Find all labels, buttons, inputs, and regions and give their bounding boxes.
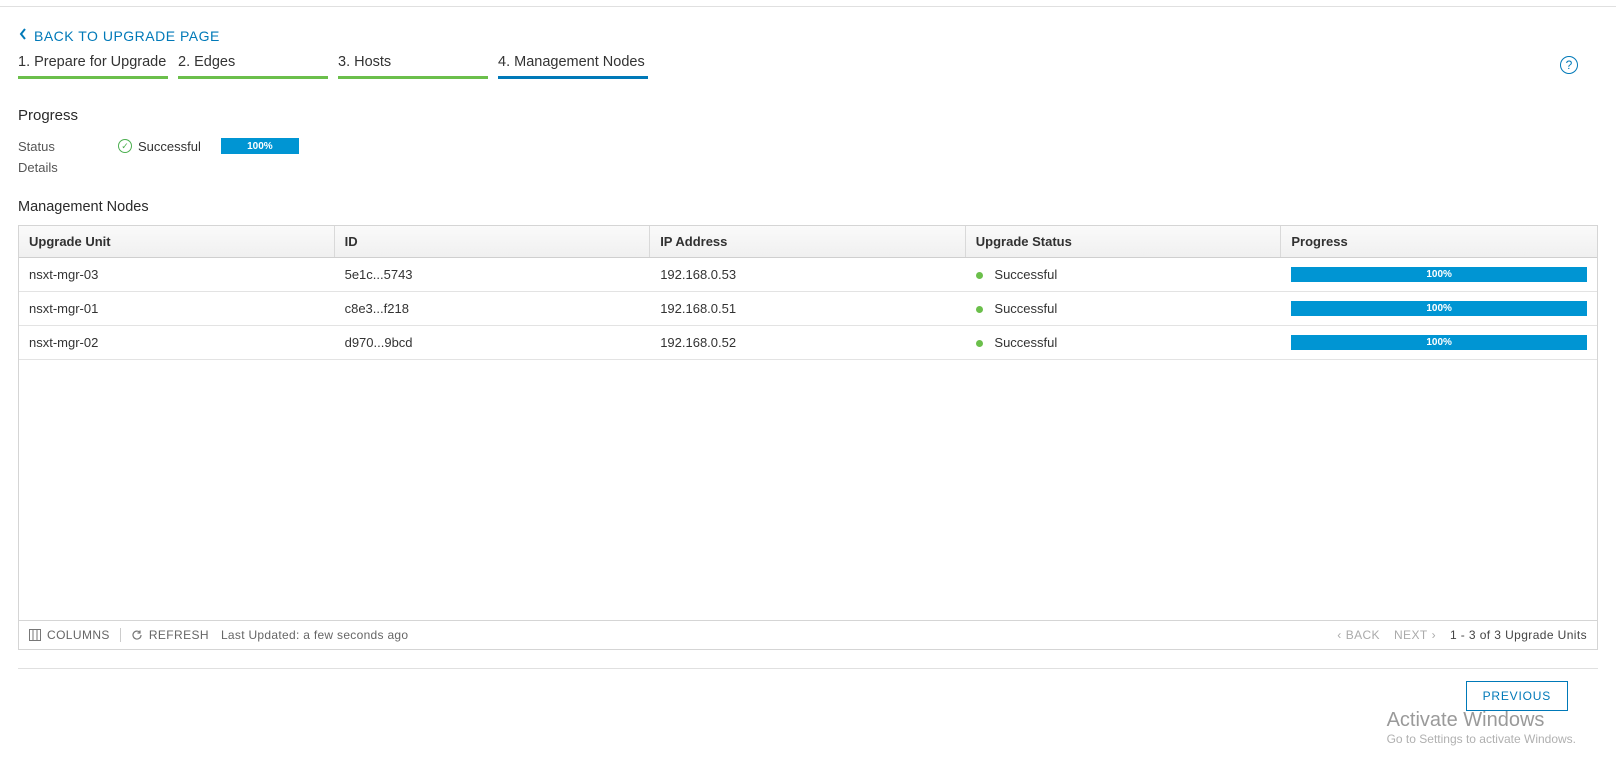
chevron-left-icon: ‹ bbox=[1337, 628, 1341, 642]
table-row[interactable]: nsxt-mgr-02 d970...9bcd 192.168.0.52 Suc… bbox=[19, 326, 1597, 360]
row-progress-text: 100% bbox=[1426, 303, 1452, 314]
cell-status: Successful bbox=[966, 258, 1282, 291]
check-circle-icon: ✓ bbox=[118, 139, 132, 153]
table-body: nsxt-mgr-03 5e1c...5743 192.168.0.53 Suc… bbox=[19, 258, 1597, 620]
status-dot-icon bbox=[976, 272, 983, 279]
pager-next-label: NEXT bbox=[1394, 628, 1428, 642]
pager-back-button[interactable]: ‹ BACK bbox=[1337, 628, 1380, 642]
columns-icon bbox=[29, 629, 41, 641]
wizard-step-edges[interactable]: 2. Edges bbox=[178, 54, 328, 79]
last-updated-text: Last Updated: a few seconds ago bbox=[221, 628, 408, 642]
watermark-subtitle: Go to Settings to activate Windows. bbox=[1387, 732, 1576, 746]
row-progress-text: 100% bbox=[1426, 337, 1452, 348]
back-to-upgrade-link[interactable]: BACK TO UPGRADE PAGE bbox=[18, 27, 220, 44]
wizard-step-management-nodes[interactable]: 4. Management Nodes bbox=[498, 54, 648, 79]
cell-status: Successful bbox=[966, 326, 1282, 359]
cell-upgrade-unit: nsxt-mgr-03 bbox=[19, 258, 335, 291]
cell-progress: 100% bbox=[1281, 258, 1597, 291]
status-dot-icon bbox=[976, 306, 983, 313]
cell-id: c8e3...f218 bbox=[335, 292, 651, 325]
cell-status-text: Successful bbox=[994, 301, 1057, 316]
help-icon[interactable]: ? bbox=[1560, 56, 1578, 74]
cell-status-text: Successful bbox=[994, 267, 1057, 282]
wizard-step-label: 2. Edges bbox=[178, 54, 235, 70]
wizard-step-hosts[interactable]: 3. Hosts bbox=[338, 54, 488, 79]
table-row[interactable]: nsxt-mgr-01 c8e3...f218 192.168.0.51 Suc… bbox=[19, 292, 1597, 326]
chevron-right-icon: › bbox=[1432, 628, 1436, 642]
col-header-progress[interactable]: Progress bbox=[1281, 226, 1597, 257]
status-row: Status ✓ Successful 100% bbox=[18, 138, 1598, 154]
status-text: Successful bbox=[138, 139, 201, 154]
cell-id: 5e1c...5743 bbox=[335, 258, 651, 291]
windows-activation-watermark: Activate Windows Go to Settings to activ… bbox=[1387, 709, 1576, 746]
refresh-button[interactable]: REFRESH bbox=[131, 628, 209, 642]
refresh-label: REFRESH bbox=[149, 628, 209, 642]
previous-button[interactable]: PREVIOUS bbox=[1466, 681, 1568, 711]
row-progress-bar: 100% bbox=[1291, 301, 1587, 316]
row-progress-bar: 100% bbox=[1291, 267, 1587, 282]
footer-separator bbox=[120, 628, 121, 642]
back-link-text: BACK TO UPGRADE PAGE bbox=[34, 28, 220, 44]
row-progress-bar: 100% bbox=[1291, 335, 1587, 350]
progress-section-title: Progress bbox=[18, 107, 1598, 124]
cell-ip: 192.168.0.51 bbox=[650, 292, 966, 325]
status-label: Status bbox=[18, 139, 98, 154]
col-header-id[interactable]: ID bbox=[335, 226, 651, 257]
cell-status-text: Successful bbox=[994, 335, 1057, 350]
watermark-title: Activate Windows bbox=[1387, 709, 1576, 732]
col-header-upgrade-unit[interactable]: Upgrade Unit bbox=[19, 226, 335, 257]
wizard-step-prepare[interactable]: 1. Prepare for Upgrade bbox=[18, 54, 168, 79]
status-dot-icon bbox=[976, 340, 983, 347]
status-value: ✓ Successful bbox=[118, 139, 201, 154]
pager-back-label: BACK bbox=[1346, 628, 1380, 642]
cell-ip: 192.168.0.52 bbox=[650, 326, 966, 359]
cell-progress: 100% bbox=[1281, 326, 1597, 359]
management-nodes-title: Management Nodes bbox=[18, 199, 1598, 215]
table-footer: COLUMNS REFRESH Last Updated: a few seco… bbox=[19, 620, 1597, 649]
overall-progress-text: 100% bbox=[247, 141, 273, 152]
wizard-step-label: 4. Management Nodes bbox=[498, 54, 645, 70]
table-row[interactable]: nsxt-mgr-03 5e1c...5743 192.168.0.53 Suc… bbox=[19, 258, 1597, 292]
pager-next-button[interactable]: NEXT › bbox=[1394, 628, 1436, 642]
refresh-icon bbox=[131, 629, 143, 641]
columns-button[interactable]: COLUMNS bbox=[29, 628, 110, 642]
cell-ip: 192.168.0.53 bbox=[650, 258, 966, 291]
cell-upgrade-unit: nsxt-mgr-02 bbox=[19, 326, 335, 359]
details-label: Details bbox=[18, 160, 1598, 175]
col-header-upgrade-status[interactable]: Upgrade Status bbox=[966, 226, 1282, 257]
wizard-steps: 1. Prepare for Upgrade 2. Edges 3. Hosts… bbox=[18, 54, 1598, 79]
cell-id: d970...9bcd bbox=[335, 326, 651, 359]
chevron-left-icon bbox=[18, 27, 28, 44]
row-progress-text: 100% bbox=[1426, 269, 1452, 280]
pager-range-text: 1 - 3 of 3 Upgrade Units bbox=[1450, 628, 1587, 642]
bottom-action-bar: PREVIOUS bbox=[18, 669, 1598, 711]
cell-upgrade-unit: nsxt-mgr-01 bbox=[19, 292, 335, 325]
col-header-ip-address[interactable]: IP Address bbox=[650, 226, 966, 257]
table-empty-area bbox=[19, 360, 1597, 620]
wizard-step-label: 1. Prepare for Upgrade bbox=[18, 54, 166, 70]
wizard-step-label: 3. Hosts bbox=[338, 54, 391, 70]
cell-status: Successful bbox=[966, 292, 1282, 325]
table-header-row: Upgrade Unit ID IP Address Upgrade Statu… bbox=[19, 226, 1597, 258]
cell-progress: 100% bbox=[1281, 292, 1597, 325]
management-nodes-table: Upgrade Unit ID IP Address Upgrade Statu… bbox=[18, 225, 1598, 650]
columns-label: COLUMNS bbox=[47, 628, 110, 642]
overall-progress-bar: 100% bbox=[221, 138, 299, 154]
